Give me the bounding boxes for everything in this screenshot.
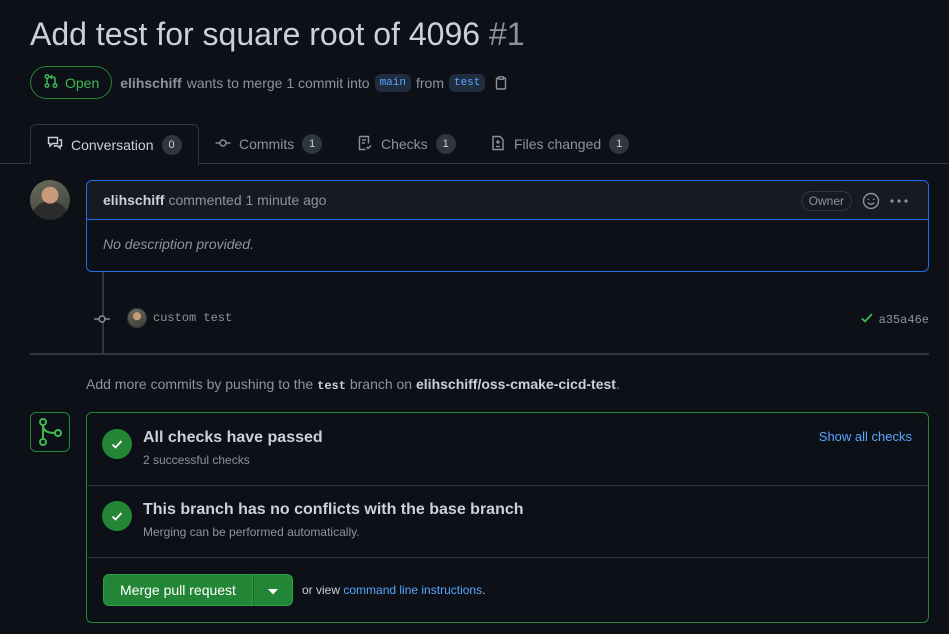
- tab-counter: 1: [302, 134, 323, 154]
- check-circle-icon: [102, 429, 132, 459]
- tab-counter: 1: [609, 134, 630, 154]
- from-text: from: [415, 74, 444, 91]
- push-hint: Add more commits by pushing to the test …: [86, 376, 620, 393]
- command-line-instructions-link[interactable]: command line instructions: [343, 583, 482, 597]
- comment-header: elihschiff commented 1 minute ago Owner: [87, 181, 928, 220]
- pr-state-row: Open elihschiff wants to merge 1 commit …: [30, 66, 508, 99]
- check-circle-icon: [102, 501, 132, 531]
- tab-commits[interactable]: Commits 1: [199, 124, 338, 164]
- comment-body: No description provided.: [103, 236, 254, 252]
- tab-label: Conversation: [71, 136, 154, 153]
- tab-files-changed[interactable]: Files changed 1: [474, 124, 645, 164]
- conversation-icon: [47, 135, 63, 154]
- comment-meta[interactable]: commented 1 minute ago: [168, 192, 326, 208]
- commit-message[interactable]: custom test: [153, 311, 232, 325]
- author-link[interactable]: elihschiff: [120, 75, 181, 91]
- timeline-divider: [30, 353, 929, 355]
- push-hint-suffix: .: [615, 376, 620, 392]
- repo-link[interactable]: elihschiff/oss-cmake-cicd-test: [416, 376, 616, 392]
- alt-suffix: .: [482, 583, 486, 597]
- commit-icon: [94, 312, 110, 329]
- file-diff-icon: [490, 135, 506, 154]
- merge-summary: elihschiff wants to merge 1 commit into …: [120, 73, 508, 92]
- owner-badge: Owner: [800, 191, 852, 211]
- conflicts-subtitle: Merging can be performed automatically.: [143, 525, 360, 539]
- avatar[interactable]: [30, 180, 70, 220]
- commit-avatar[interactable]: [127, 308, 147, 328]
- tab-counter: 1: [435, 134, 456, 154]
- copy-icon[interactable]: [494, 75, 508, 90]
- push-hint-branch: test: [317, 379, 346, 393]
- tab-counter: 0: [161, 134, 182, 155]
- comment-box: elihschiff commented 1 minute ago Owner …: [86, 180, 929, 272]
- smiley-icon[interactable]: [862, 192, 880, 213]
- conflicts-section: This branch has no conflicts with the ba…: [87, 486, 928, 558]
- pull-request-icon: [43, 73, 59, 92]
- commit-icon: [215, 135, 231, 154]
- tab-conversation[interactable]: Conversation 0: [30, 124, 199, 165]
- state-label: Open: [65, 74, 100, 91]
- merge-pull-request-button[interactable]: Merge pull request: [103, 574, 253, 606]
- pr-number[interactable]: #1: [489, 16, 525, 52]
- merge-box: All checks have passed 2 successful chec…: [86, 412, 929, 623]
- checks-subtitle: 2 successful checks: [143, 453, 250, 467]
- kebab-menu-icon[interactable]: [889, 192, 909, 213]
- head-branch[interactable]: test: [448, 73, 486, 92]
- conflicts-title: This branch has no conflicts with the ba…: [143, 501, 524, 518]
- comment-author[interactable]: elihschiff: [103, 192, 164, 208]
- checks-section: All checks have passed 2 successful chec…: [87, 413, 928, 486]
- tab-checks[interactable]: Checks 1: [341, 124, 472, 164]
- tab-label: Files changed: [514, 136, 602, 152]
- caret-down-icon: [267, 582, 278, 598]
- commit-sha[interactable]: a35a46e: [879, 313, 929, 327]
- alt-prefix: or view: [302, 583, 341, 597]
- alt-merge-text: or view command line instructions.: [302, 583, 485, 597]
- push-hint-middle: branch on: [349, 376, 413, 392]
- push-hint-prefix: Add more commits by pushing to the: [86, 376, 314, 392]
- merge-button-group: Merge pull request: [103, 574, 293, 606]
- merge-options-dropdown[interactable]: [252, 574, 293, 606]
- commit-sha-area: a35a46e: [860, 311, 929, 329]
- check-icon[interactable]: [860, 311, 874, 329]
- pr-tabs: Conversation 0 Commits 1 Checks 1 Files …: [0, 124, 949, 165]
- commit-row: custom test a35a46e: [86, 306, 929, 332]
- merge-status-icon: [30, 412, 70, 452]
- pr-title: Add test for square root of 4096 #1: [30, 16, 525, 53]
- tab-label: Commits: [239, 136, 295, 152]
- pr-title-text: Add test for square root of 4096: [30, 16, 481, 52]
- checks-title: All checks have passed: [143, 429, 323, 446]
- tab-label: Checks: [381, 136, 428, 152]
- merge-text: wants to merge 1 commit into: [186, 74, 370, 91]
- state-badge: Open: [30, 66, 113, 99]
- base-branch[interactable]: main: [374, 73, 411, 92]
- checklist-icon: [357, 135, 373, 154]
- show-all-checks-link[interactable]: Show all checks: [819, 429, 912, 444]
